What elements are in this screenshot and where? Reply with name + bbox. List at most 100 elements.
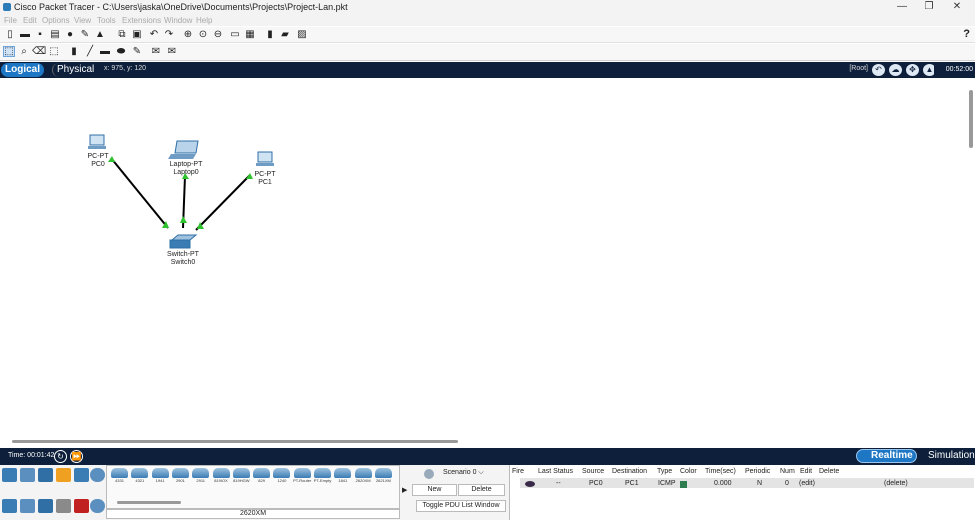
device-model-item[interactable]: 1240: [272, 468, 291, 486]
vertical-scrollbar[interactable]: [969, 90, 973, 148]
resize-shape-icon[interactable]: ⬚: [48, 46, 60, 57]
pc1-icon[interactable]: [256, 151, 274, 166]
device-model-item[interactable]: PT-Empty: [313, 468, 332, 486]
move-object-icon[interactable]: ✥: [906, 64, 919, 76]
info-icon[interactable]: ●: [64, 29, 76, 40]
cluster-icon[interactable]: ▰: [279, 29, 291, 40]
link-pc1-switch0[interactable]: [195, 174, 251, 231]
save-icon[interactable]: ▪: [34, 29, 46, 40]
place-note-icon[interactable]: ▮: [68, 46, 80, 57]
simulation-mode-button[interactable]: Simulation: [916, 450, 975, 462]
device-model-item[interactable]: 4321: [130, 468, 149, 486]
logical-tab[interactable]: Logical: [1, 63, 45, 77]
device-model-item[interactable]: 819HGW: [232, 468, 251, 486]
multiuser-category-icon[interactable]: [90, 468, 105, 482]
end-devices-category-icon[interactable]: [20, 468, 35, 482]
menu-window[interactable]: Window: [164, 16, 192, 25]
wan-emulation-subcategory-icon[interactable]: [90, 499, 105, 513]
redo-icon[interactable]: ↷: [163, 29, 175, 40]
physical-tab[interactable]: Physical: [52, 63, 98, 77]
connections-category-icon[interactable]: [56, 468, 71, 482]
delete-scenario-button[interactable]: Delete: [458, 484, 505, 496]
topology-canvas: [88, 134, 274, 249]
draw-line-icon[interactable]: ╱: [84, 46, 96, 57]
toggle-pdu-list-button[interactable]: Toggle PDU List Window: [416, 500, 506, 512]
select-tool-icon[interactable]: ⬚: [3, 46, 15, 57]
zoom-in-icon[interactable]: ⊕: [182, 29, 194, 40]
device-model-item[interactable]: 1841: [333, 468, 352, 486]
drawing-palette-icon[interactable]: ▭: [229, 29, 241, 40]
switch0-type: Switch-PT: [167, 251, 199, 258]
add-complex-pdu-icon[interactable]: ✉: [166, 46, 178, 57]
paste-icon[interactable]: ▣: [131, 29, 143, 40]
security-subcategory-icon[interactable]: [74, 499, 89, 513]
minimize-button[interactable]: —: [895, 1, 909, 13]
back-icon[interactable]: ↶: [872, 64, 885, 76]
zoom-reset-icon[interactable]: ⊙: [197, 29, 209, 40]
device-model-item[interactable]: 2911: [191, 468, 210, 486]
root-breadcrumb[interactable]: [Root]: [849, 65, 868, 72]
components-category-icon[interactable]: [38, 468, 53, 482]
logical-workspace[interactable]: PC-PT PC0 Laptop-PT Laptop0 PC-PT PC1 Sw…: [0, 78, 975, 448]
menu-extensions[interactable]: Extensions: [122, 16, 161, 25]
realtime-mode-button[interactable]: Realtime: [856, 449, 917, 463]
restore-button[interactable]: ❐: [922, 1, 936, 13]
draw-rectangle-icon[interactable]: ▬: [99, 46, 111, 57]
pc0-icon[interactable]: [88, 134, 106, 149]
misc-category-icon[interactable]: [74, 468, 89, 482]
switches-subcategory-icon[interactable]: [20, 499, 35, 513]
device-model-item[interactable]: 1941: [151, 468, 170, 486]
device-model-item[interactable]: 819IOX: [212, 468, 231, 486]
add-simple-pdu-icon[interactable]: ✉: [150, 46, 162, 57]
cluster-nav-icon[interactable]: ☁: [889, 64, 902, 76]
device-model-item[interactable]: 2621XM: [374, 468, 393, 486]
device-model-item[interactable]: PT-Router: [293, 468, 312, 486]
undo-icon[interactable]: ↶: [148, 29, 160, 40]
activity-wizard-icon[interactable]: ▲: [94, 29, 106, 40]
help-icon[interactable]: ?: [963, 28, 970, 40]
print-icon[interactable]: ▤: [49, 29, 61, 40]
hubs-subcategory-icon[interactable]: [38, 499, 53, 513]
pdu-icon[interactable]: ▨: [296, 29, 308, 40]
device-model-item[interactable]: 2620XM: [354, 468, 373, 486]
fast-forward-icon[interactable]: ⏩: [70, 450, 83, 463]
scenario-select[interactable]: Scenario 0 ⌵: [443, 468, 495, 480]
delete-tool-icon[interactable]: ⌫: [32, 46, 46, 57]
menu-tools[interactable]: Tools: [97, 16, 116, 25]
menu-view[interactable]: View: [74, 16, 91, 25]
power-cycle-icon[interactable]: ↻: [54, 450, 67, 463]
router-icon: [171, 468, 189, 478]
new-file-icon[interactable]: ▯: [4, 29, 16, 40]
link-pc0-switch0[interactable]: [110, 157, 169, 229]
device-model-item[interactable]: 2901: [171, 468, 190, 486]
scenario-info-icon[interactable]: [424, 469, 434, 479]
open-folder-icon[interactable]: ▬: [19, 29, 31, 40]
expand-arrow-icon[interactable]: ▶: [402, 486, 407, 494]
freeform-icon[interactable]: ✎: [131, 46, 143, 57]
device-model-item[interactable]: 4331: [110, 468, 129, 486]
viewport-icon[interactable]: ▮: [264, 29, 276, 40]
menu-edit[interactable]: Edit: [23, 16, 37, 25]
menu-help[interactable]: Help: [196, 16, 212, 25]
menu-file[interactable]: File: [4, 16, 17, 25]
custom-devices-icon[interactable]: ▦: [244, 29, 256, 40]
zoom-out-icon[interactable]: ⊖: [212, 29, 224, 40]
device-model-item[interactable]: 829: [252, 468, 271, 486]
inspect-icon[interactable]: ⌕: [18, 46, 30, 57]
row-delete[interactable]: (delete): [884, 480, 908, 487]
network-devices-category-icon[interactable]: [2, 468, 17, 482]
menu-options[interactable]: Options: [42, 16, 70, 25]
network-wizard-icon[interactable]: ✎: [79, 29, 91, 40]
draw-ellipse-icon[interactable]: ⬬: [115, 46, 127, 57]
fire-indicator-icon[interactable]: [525, 481, 535, 487]
wireless-subcategory-icon[interactable]: [56, 499, 71, 513]
switch0-icon[interactable]: [169, 234, 198, 249]
new-scenario-button[interactable]: New: [412, 484, 457, 496]
close-button[interactable]: ✕: [950, 1, 964, 13]
horizontal-scrollbar[interactable]: [12, 440, 458, 443]
routers-subcategory-icon[interactable]: [2, 499, 17, 513]
laptop0-icon[interactable]: [168, 140, 199, 159]
device-list-scrollbar[interactable]: [117, 501, 181, 504]
copy-icon[interactable]: ⧉: [116, 29, 128, 40]
row-edit[interactable]: (edit): [799, 480, 815, 487]
